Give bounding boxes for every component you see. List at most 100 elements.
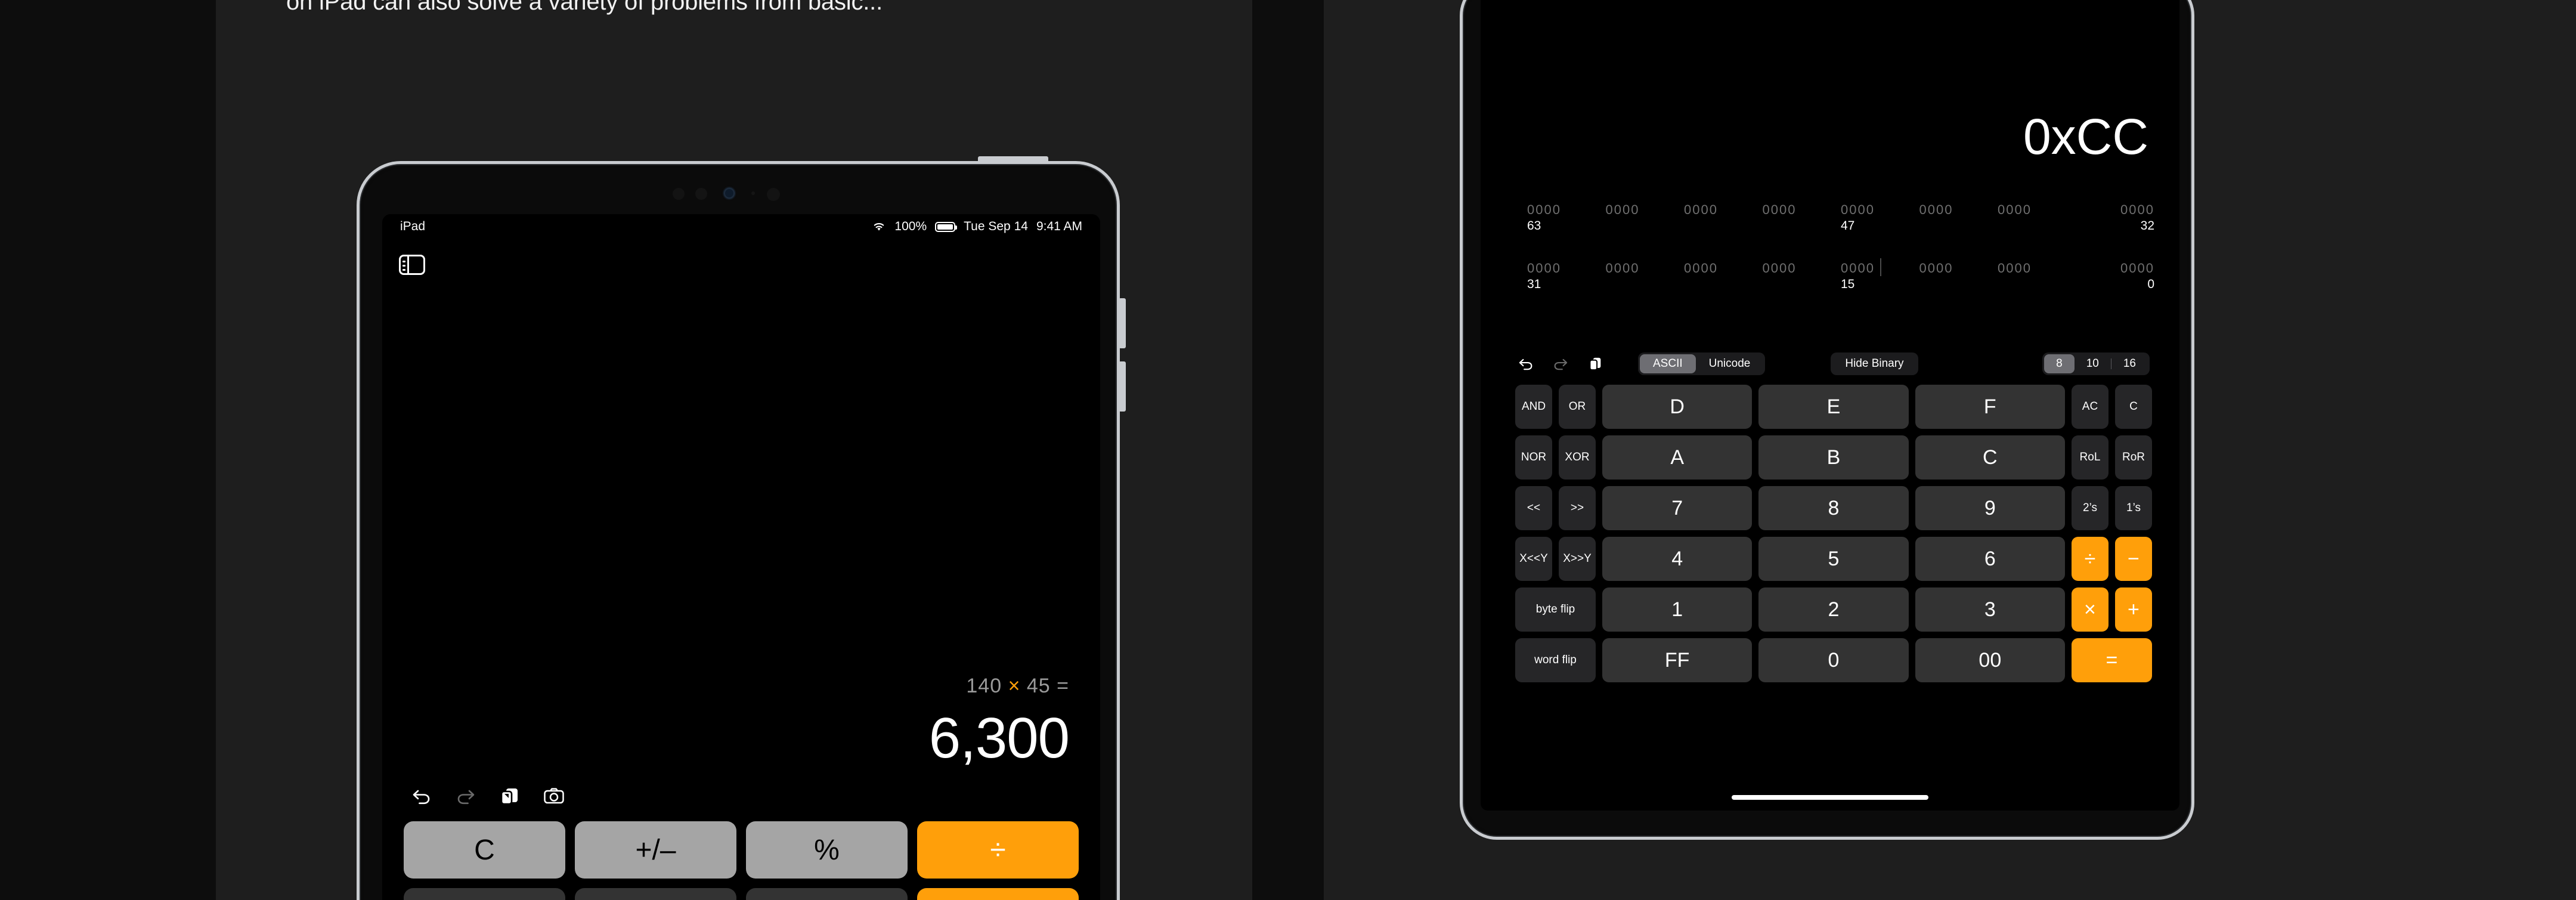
binary-nibble[interactable]: 0000 47: [1841, 202, 1919, 246]
status-date: Tue Sep 14: [964, 219, 1028, 233]
prog-key-1s[interactable]: 1’s: [2114, 486, 2152, 530]
base-option-10[interactable]: 10: [2075, 354, 2111, 373]
encoding-segmented-control[interactable]: ASCII Unicode: [1638, 352, 1766, 375]
binary-nibble[interactable]: 0000: [1919, 261, 1998, 305]
prog-key-f[interactable]: F: [1915, 385, 2065, 429]
prog-key-7[interactable]: 7: [1602, 486, 1753, 530]
binary-nibble[interactable]: 0000: [1763, 202, 1841, 246]
prog-key-xor[interactable]: XOR: [1559, 435, 1596, 480]
prog-key-e[interactable]: E: [1758, 385, 1909, 429]
battery-percent-label: 100%: [894, 219, 927, 233]
calc-key-C[interactable]: C: [404, 821, 565, 879]
prog-key-a[interactable]: A: [1602, 435, 1753, 480]
expression-operator: ×: [1008, 675, 1021, 697]
redo-icon[interactable]: [1552, 356, 1569, 372]
prog-key-8[interactable]: 8: [1758, 486, 1909, 530]
binary-nibble[interactable]: 0000: [1606, 202, 1685, 246]
binary-nibble[interactable]: 0000: [1684, 261, 1763, 305]
base-segmented-control[interactable]: 8 10 16: [2042, 352, 2150, 375]
prog-key-sym[interactable]: <<: [1515, 486, 1552, 530]
undo-icon[interactable]: [1518, 356, 1534, 372]
prog-key-sym[interactable]: ×: [2071, 587, 2109, 632]
prog-key-c[interactable]: C: [2114, 385, 2152, 429]
base-option-8[interactable]: 8: [2044, 354, 2075, 373]
undo-icon[interactable]: [411, 787, 432, 806]
binary-separator: [1880, 258, 1881, 276]
bit-index-label: 32: [2140, 219, 2154, 233]
base-option-16[interactable]: 16: [2111, 354, 2148, 373]
prog-key-sym[interactable]: ÷: [2071, 537, 2109, 581]
binary-nibble[interactable]: 0000 0: [2076, 261, 2154, 305]
calc-key-[interactable]: %: [746, 821, 908, 879]
prog-key-1[interactable]: 1: [1602, 587, 1753, 632]
calc-key-7[interactable]: 7: [404, 888, 565, 900]
bit-index-label: 15: [1841, 277, 1855, 291]
prog-key-2[interactable]: 2: [1758, 587, 1909, 632]
calc-key-9[interactable]: 9: [746, 888, 908, 900]
prog-key-00[interactable]: 00: [1915, 638, 2065, 682]
prog-key-sym[interactable]: +: [2114, 587, 2152, 632]
prog-key-sym[interactable]: >>: [1559, 486, 1596, 530]
copy-icon[interactable]: [1587, 356, 1603, 372]
binary-nibble[interactable]: 0000 32: [2076, 202, 2154, 246]
binary-bits: 0000: [1998, 202, 2032, 217]
prog-key-xy[interactable]: X>>Y: [1559, 537, 1596, 581]
sensor-icon: [695, 188, 707, 200]
prog-key-d[interactable]: D: [1602, 385, 1753, 429]
prog-key-2s[interactable]: 2’s: [2071, 486, 2109, 530]
binary-nibble[interactable]: 0000: [1684, 202, 1763, 246]
calc-key-8[interactable]: 8: [575, 888, 736, 900]
camera-icon[interactable]: [543, 787, 565, 806]
encoding-option-unicode[interactable]: Unicode: [1696, 354, 1764, 373]
hide-binary-button[interactable]: Hide Binary: [1831, 352, 1918, 375]
sidebar-toggle-icon[interactable]: [399, 255, 425, 275]
prog-key-ror[interactable]: RoR: [2114, 435, 2152, 480]
status-device-label: iPad: [400, 219, 426, 233]
prog-key-c[interactable]: C: [1915, 435, 2065, 480]
binary-nibble[interactable]: 0000 31: [1527, 261, 1606, 305]
prog-key-0[interactable]: 0: [1758, 638, 1909, 682]
binary-nibble[interactable]: 0000 15: [1841, 258, 1919, 305]
prog-key-6[interactable]: 6: [1915, 537, 2065, 581]
expression-operand-right: 45 =: [1026, 675, 1069, 697]
prog-key-9[interactable]: 9: [1915, 486, 2065, 530]
redo-icon[interactable]: [455, 787, 476, 806]
binary-nibble[interactable]: 0000: [1998, 261, 2076, 305]
left-gutter: [0, 0, 216, 900]
prog-key-or[interactable]: OR: [1559, 385, 1596, 429]
binary-row-lower[interactable]: 0000 31 0000 0000 0000 0000 15 0000 0000 0000 0: [1527, 258, 2154, 305]
prog-key-nor[interactable]: NOR: [1515, 435, 1552, 480]
prog-key-sym[interactable]: −: [2114, 537, 2152, 581]
prog-key-ac[interactable]: AC: [2071, 385, 2109, 429]
prog-key-byteflip[interactable]: byte flip: [1515, 587, 1596, 632]
home-indicator[interactable]: [1732, 795, 1928, 800]
ipad-device-right: 0xCC 0000 63 0000 0000 0000 0000 47 0000 0000 000…: [1460, 0, 2194, 840]
prog-key-ff[interactable]: FF: [1602, 638, 1753, 682]
encoding-option-ascii[interactable]: ASCII: [1640, 354, 1696, 373]
prog-key-rol[interactable]: RoL: [2071, 435, 2109, 480]
binary-nibble[interactable]: 0000 63: [1527, 202, 1606, 246]
prog-key-sym[interactable]: =: [2071, 638, 2152, 682]
prog-key-xy[interactable]: X<<Y: [1515, 537, 1552, 581]
binary-bits: 0000: [1919, 261, 1953, 276]
prog-key-b[interactable]: B: [1758, 435, 1909, 480]
binary-nibble[interactable]: 0000: [1763, 261, 1841, 305]
calc-key-[interactable]: +/–: [575, 821, 736, 879]
prog-key-4[interactable]: 4: [1602, 537, 1753, 581]
status-right-cluster: 100% Tue Sep 14 9:41 AM: [872, 219, 1082, 234]
binary-row-upper[interactable]: 0000 63 0000 0000 0000 0000 47 0000 0000 0000 32: [1527, 202, 2154, 246]
calc-key-[interactable]: ÷: [917, 821, 1079, 879]
programmer-display-value: 0xCC: [2023, 109, 2148, 165]
copy-paste-icon[interactable]: [499, 787, 521, 806]
prog-key-5[interactable]: 5: [1758, 537, 1909, 581]
page-root: on iPad can also solve a variety of prob…: [0, 0, 2576, 900]
prog-key-and[interactable]: AND: [1515, 385, 1552, 429]
prog-key-3[interactable]: 3: [1915, 587, 2065, 632]
calc-key-[interactable]: ×: [917, 888, 1079, 900]
wifi-icon: [874, 223, 884, 231]
bit-index-label: 63: [1527, 219, 1541, 233]
binary-nibble[interactable]: 0000: [1919, 202, 1998, 246]
prog-key-wordflip[interactable]: word flip: [1515, 638, 1596, 682]
binary-nibble[interactable]: 0000: [1606, 261, 1685, 305]
binary-nibble[interactable]: 0000: [1998, 202, 2076, 246]
